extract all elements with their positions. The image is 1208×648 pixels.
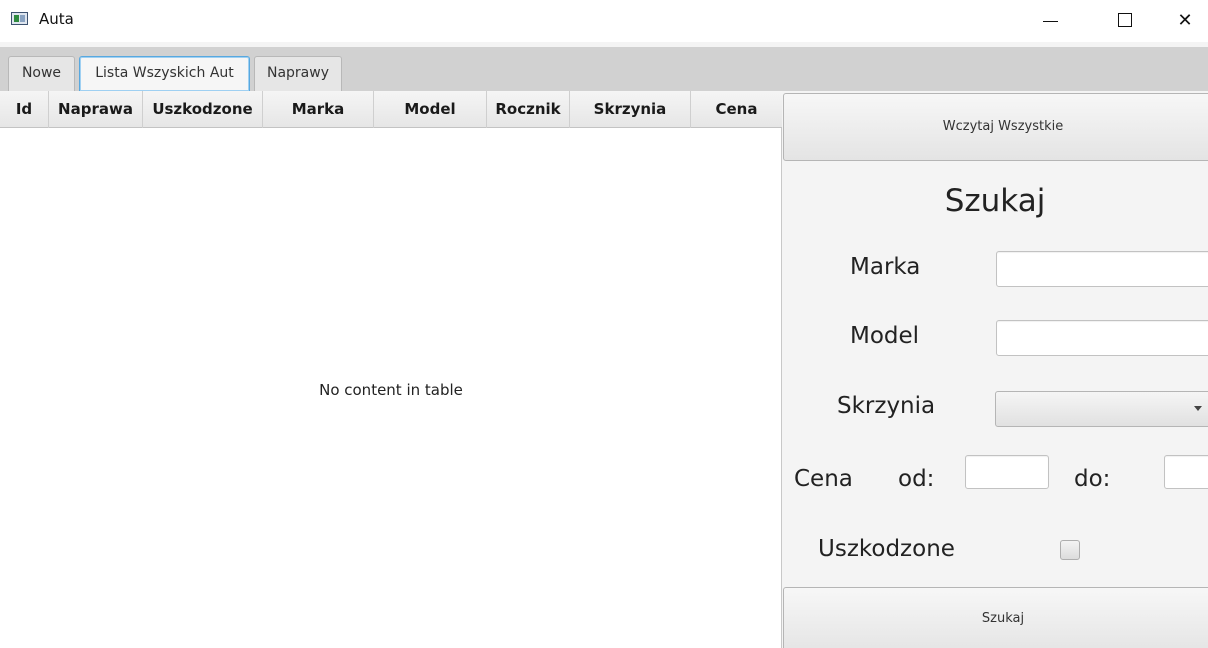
chevron-down-icon xyxy=(1194,406,1202,411)
column-header-marka[interactable]: Marka xyxy=(263,91,374,128)
search-title: Szukaj xyxy=(944,183,1046,219)
tab-naprawy[interactable]: Naprawy xyxy=(254,56,342,91)
column-header-cena[interactable]: Cena xyxy=(691,91,782,128)
close-button[interactable]: ✕ xyxy=(1162,0,1208,42)
app-window: Auta ✕ Nowe Lista Wszyskich Aut Naprawy … xyxy=(0,0,1208,648)
price-from-input[interactable] xyxy=(965,455,1049,489)
model-input[interactable] xyxy=(996,320,1208,356)
uszkodzone-checkbox[interactable] xyxy=(1060,540,1080,560)
table-header: Id Naprawa Uszkodzone Marka Model Roczni… xyxy=(0,91,782,128)
table-empty-placeholder: No content in table xyxy=(319,381,463,399)
price-to-label: do: xyxy=(1074,466,1111,492)
load-all-button[interactable]: Wczytaj Wszystkie xyxy=(783,93,1208,161)
tab-bar: Nowe Lista Wszyskich Aut Naprawy xyxy=(0,47,1208,91)
column-header-id[interactable]: Id xyxy=(0,91,49,128)
column-header-naprawa[interactable]: Naprawa xyxy=(49,91,143,128)
price-to-input[interactable] xyxy=(1164,455,1208,489)
price-from-label: od: xyxy=(898,466,935,492)
cena-label: Cena xyxy=(794,466,853,492)
title-bar[interactable]: Auta ✕ xyxy=(0,0,1208,42)
window-title: Auta xyxy=(39,10,74,28)
maximize-button[interactable] xyxy=(1102,0,1148,42)
app-icon xyxy=(11,12,28,25)
column-header-rocznik[interactable]: Rocznik xyxy=(487,91,570,128)
skrzynia-label: Skrzynia xyxy=(837,393,936,419)
maximize-icon xyxy=(1118,12,1132,27)
column-header-model[interactable]: Model xyxy=(374,91,487,128)
minimize-icon xyxy=(1042,20,1058,22)
model-label: Model xyxy=(850,323,920,349)
column-header-skrzynia[interactable]: Skrzynia xyxy=(570,91,691,128)
minimize-button[interactable] xyxy=(1027,0,1073,42)
tab-lista-wszyskich-aut[interactable]: Lista Wszyskich Aut xyxy=(79,56,250,91)
column-header-uszkodzone[interactable]: Uszkodzone xyxy=(143,91,263,128)
uszkodzone-label: Uszkodzone xyxy=(818,536,955,562)
marka-input[interactable] xyxy=(996,251,1208,287)
marka-label: Marka xyxy=(850,254,921,280)
search-panel: Wczytaj Wszystkie Szukaj Marka Model Skr… xyxy=(782,91,1208,648)
search-button[interactable]: Szukaj xyxy=(783,587,1208,648)
skrzynia-combobox[interactable] xyxy=(995,391,1208,427)
cars-table[interactable]: Id Naprawa Uszkodzone Marka Model Roczni… xyxy=(0,91,782,648)
close-icon: ✕ xyxy=(1177,10,1193,31)
tab-nowe[interactable]: Nowe xyxy=(8,56,75,91)
